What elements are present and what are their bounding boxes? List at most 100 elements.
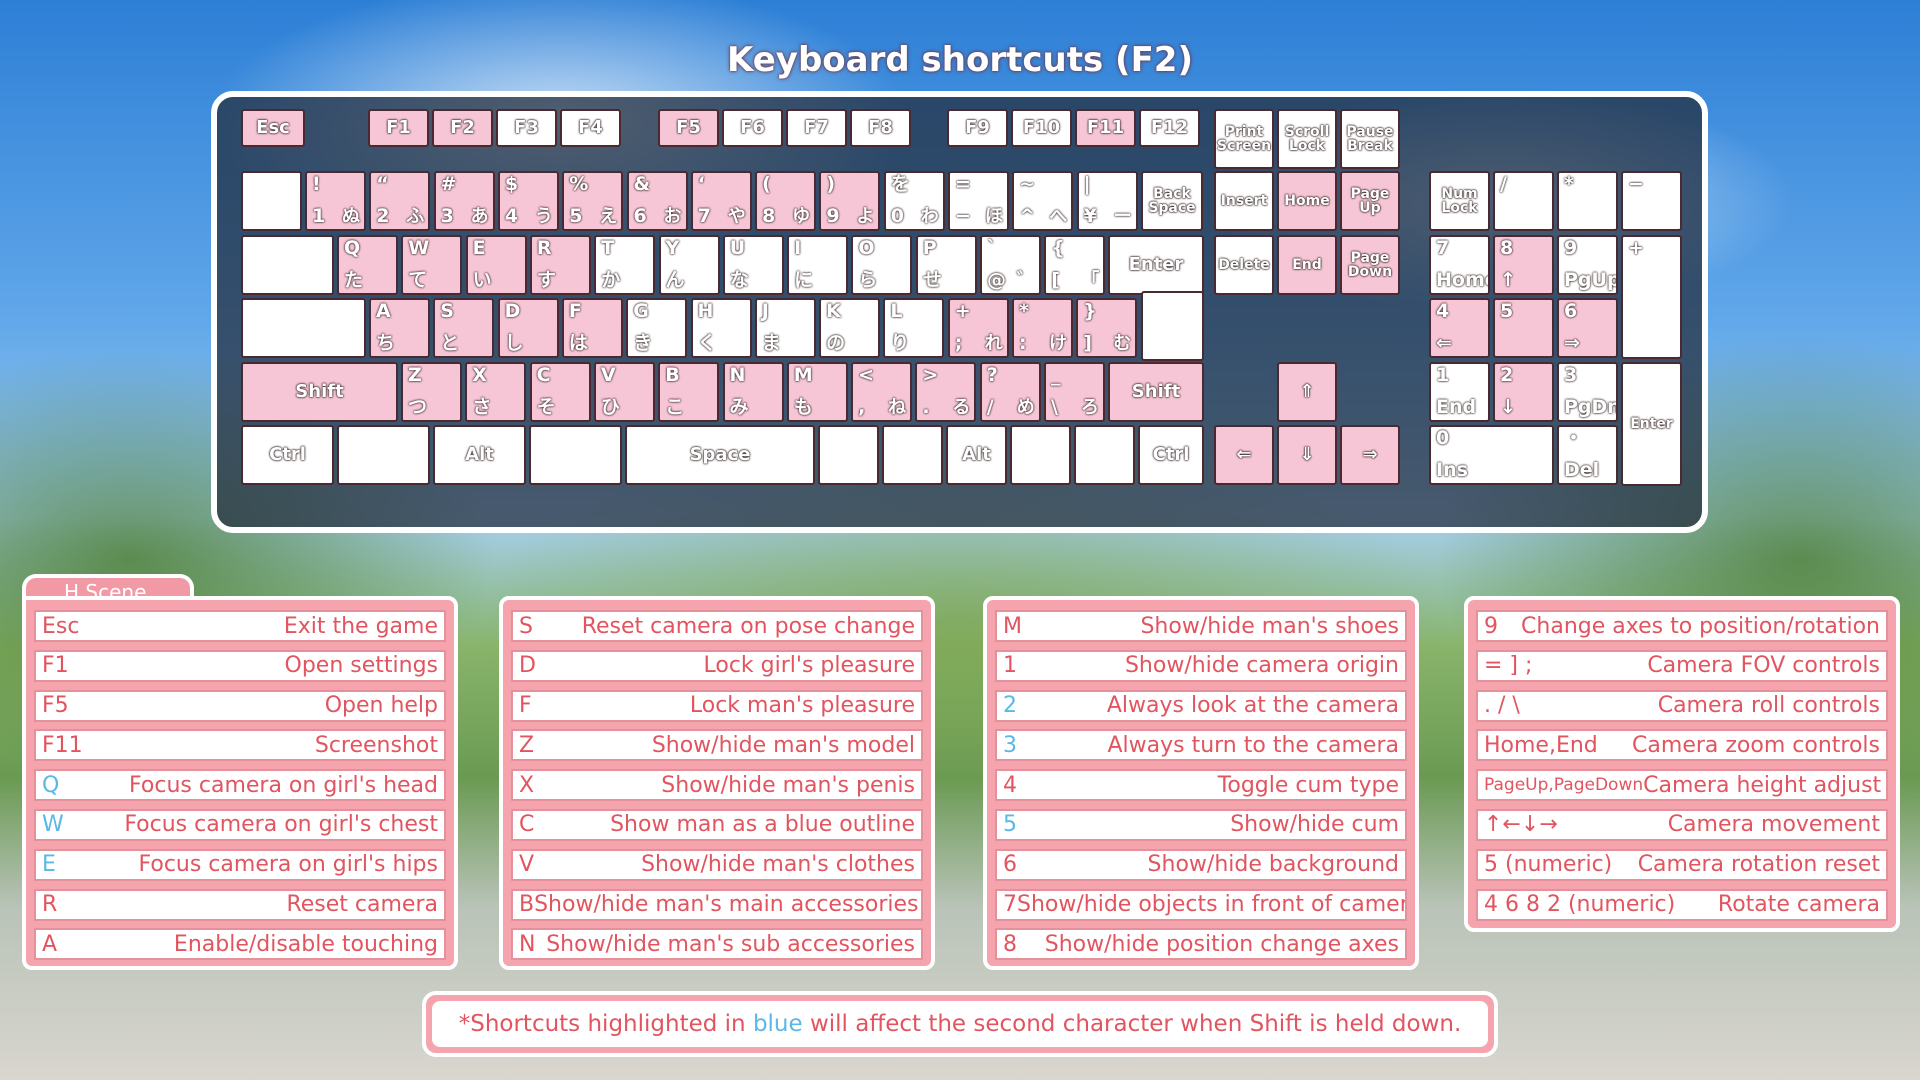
key-legend: , xyxy=(858,396,866,418)
key-arrow-right: ⇒ xyxy=(1340,425,1400,485)
key-legend: PgUp xyxy=(1564,269,1618,291)
key-legend: * xyxy=(1019,300,1029,322)
key-label: F1 xyxy=(386,117,411,138)
shortcut-row: . / \ Camera roll controls xyxy=(1476,689,1888,722)
key-r2-0: Qた xyxy=(337,235,398,295)
shortcut-key: N xyxy=(519,931,536,957)
key-backspace: Back Space xyxy=(1141,171,1203,231)
key-legend: − xyxy=(955,205,971,227)
shortcut-row: X Show/hide man's penis xyxy=(511,769,923,802)
shortcut-row: 9 Change axes to position/rotation xyxy=(1476,610,1888,642)
key-r3-1: Sと xyxy=(433,298,495,358)
key-legend: ひ xyxy=(600,396,620,418)
key-legend: と xyxy=(440,332,460,354)
shortcut-key: 6 xyxy=(1003,852,1017,878)
key-legend: Ins xyxy=(1436,459,1468,481)
key-r3-11: }] む xyxy=(1076,298,1138,358)
shortcut-description: Open help xyxy=(324,693,438,719)
shortcut-key: A xyxy=(42,931,58,957)
key-legend: ろ xyxy=(1081,397,1099,418)
key-r3-3: Fは xyxy=(561,298,623,358)
key-r3-9: +; れ xyxy=(947,298,1009,358)
shortcut-description: Always look at the camera xyxy=(1106,693,1399,719)
key-r3-5: Hく xyxy=(690,298,752,358)
key-label: Page Down xyxy=(1347,250,1393,280)
key-n8: 8 ↑ xyxy=(1493,235,1554,295)
key-legend: ( xyxy=(762,173,771,195)
key-delete: Delete xyxy=(1214,235,1274,295)
shortcut-description: Lock girl's pleasure xyxy=(703,653,916,679)
key-legend: か xyxy=(601,269,621,291)
key-legend: = xyxy=(955,173,971,195)
key-label: Space xyxy=(689,444,751,465)
key-legend: る xyxy=(952,397,971,418)
key-num-2: #3 あ xyxy=(433,171,495,231)
shortcut-key: 4 6 8 2 (numeric) xyxy=(1484,892,1676,918)
shortcut-description: Change axes to position/rotation xyxy=(1521,613,1880,639)
key-num-10: = − ほ xyxy=(948,171,1009,231)
key-r4-3: Vひ xyxy=(593,362,655,422)
key-r2-1: Wて xyxy=(401,235,463,295)
key-f10: F10 xyxy=(1011,109,1072,147)
shortcut-key: E xyxy=(42,852,56,878)
key-legend: _ xyxy=(1051,364,1061,386)
shortcut-description: Show/hide man's clothes xyxy=(641,852,915,878)
shortcut-row: E Focus camera on girl's hips xyxy=(34,848,446,881)
key-legend: A xyxy=(376,300,391,322)
key-label: Esc xyxy=(256,117,290,138)
key-legend: ` xyxy=(987,237,997,259)
shortcut-key: . / \ xyxy=(1484,693,1520,719)
key-legend: よ xyxy=(856,206,875,227)
shortcut-key: 3 xyxy=(1003,732,1017,758)
key-num-8: ) 9 よ xyxy=(819,171,881,231)
key-legend: あ xyxy=(470,206,489,227)
key-pagedown: Page Down xyxy=(1340,235,1400,295)
key-legend: ) xyxy=(826,173,836,195)
key-home: Home xyxy=(1277,171,1337,231)
shortcut-key: Q xyxy=(42,772,60,798)
shortcut-row: C Show man as a blue outline xyxy=(511,808,923,841)
key-pageup: Page Up xyxy=(1340,171,1400,231)
shortcut-row: ↑←↓→ Camera movement xyxy=(1476,808,1888,841)
key-r4-8: >. る xyxy=(915,362,977,422)
key-n6: 6 ⇒ xyxy=(1557,298,1618,358)
shortcut-row: = ] ; Camera FOV controls xyxy=(1476,649,1888,682)
note-text-blue: blue xyxy=(752,1011,803,1037)
key-legend: 5 xyxy=(569,205,583,227)
key-legend: 2 xyxy=(1500,364,1514,386)
key-esc: Esc xyxy=(241,109,305,147)
key-legend: や xyxy=(727,206,746,227)
shortcut-row: 5 (numeric) Camera rotation reset xyxy=(1476,848,1888,881)
shortcut-key: D xyxy=(519,653,536,679)
shortcut-row: B Show/hide man's main accessories xyxy=(511,888,923,921)
key-arrow-up: ⇑ xyxy=(1277,362,1337,422)
key-alt-right: Alt xyxy=(946,425,1007,485)
key-r4-0: Zつ xyxy=(401,362,462,422)
key-legend: し xyxy=(504,332,524,354)
key-legend: N xyxy=(729,364,746,386)
key-label: Scroll Lock xyxy=(1284,124,1330,154)
key-num-3: $4 う xyxy=(497,171,559,231)
key-insert: Insert xyxy=(1214,171,1274,231)
shortcut-row: F5 Open help xyxy=(34,689,446,722)
shortcut-description: Show/hide background xyxy=(1147,852,1399,878)
shortcut-key: M xyxy=(1003,613,1022,639)
key-legend: P xyxy=(922,237,937,259)
key-n1: 1 End xyxy=(1429,362,1490,422)
key-label: Delete xyxy=(1218,257,1270,273)
shortcut-row: R Reset camera xyxy=(34,888,446,921)
key-legend: ⇐ xyxy=(1436,332,1452,354)
key-f5: F5 xyxy=(658,109,719,147)
key-legend: End xyxy=(1436,396,1477,418)
key-legend: L xyxy=(890,300,903,322)
key-space: Space xyxy=(625,425,815,485)
shortcut-description: Rotate camera xyxy=(1717,892,1880,918)
key-num-12: | ¥ ー xyxy=(1076,171,1138,231)
shortcut-key: Z xyxy=(519,732,535,758)
key-f9: F9 xyxy=(947,109,1008,147)
shortcut-description: Show/hide cum xyxy=(1230,812,1399,838)
key-legend: 1 xyxy=(312,205,326,227)
key-legend: ふ xyxy=(406,206,425,227)
shortcut-row: 6 Show/hide background xyxy=(995,848,1407,881)
key-label: Alt xyxy=(962,444,991,465)
